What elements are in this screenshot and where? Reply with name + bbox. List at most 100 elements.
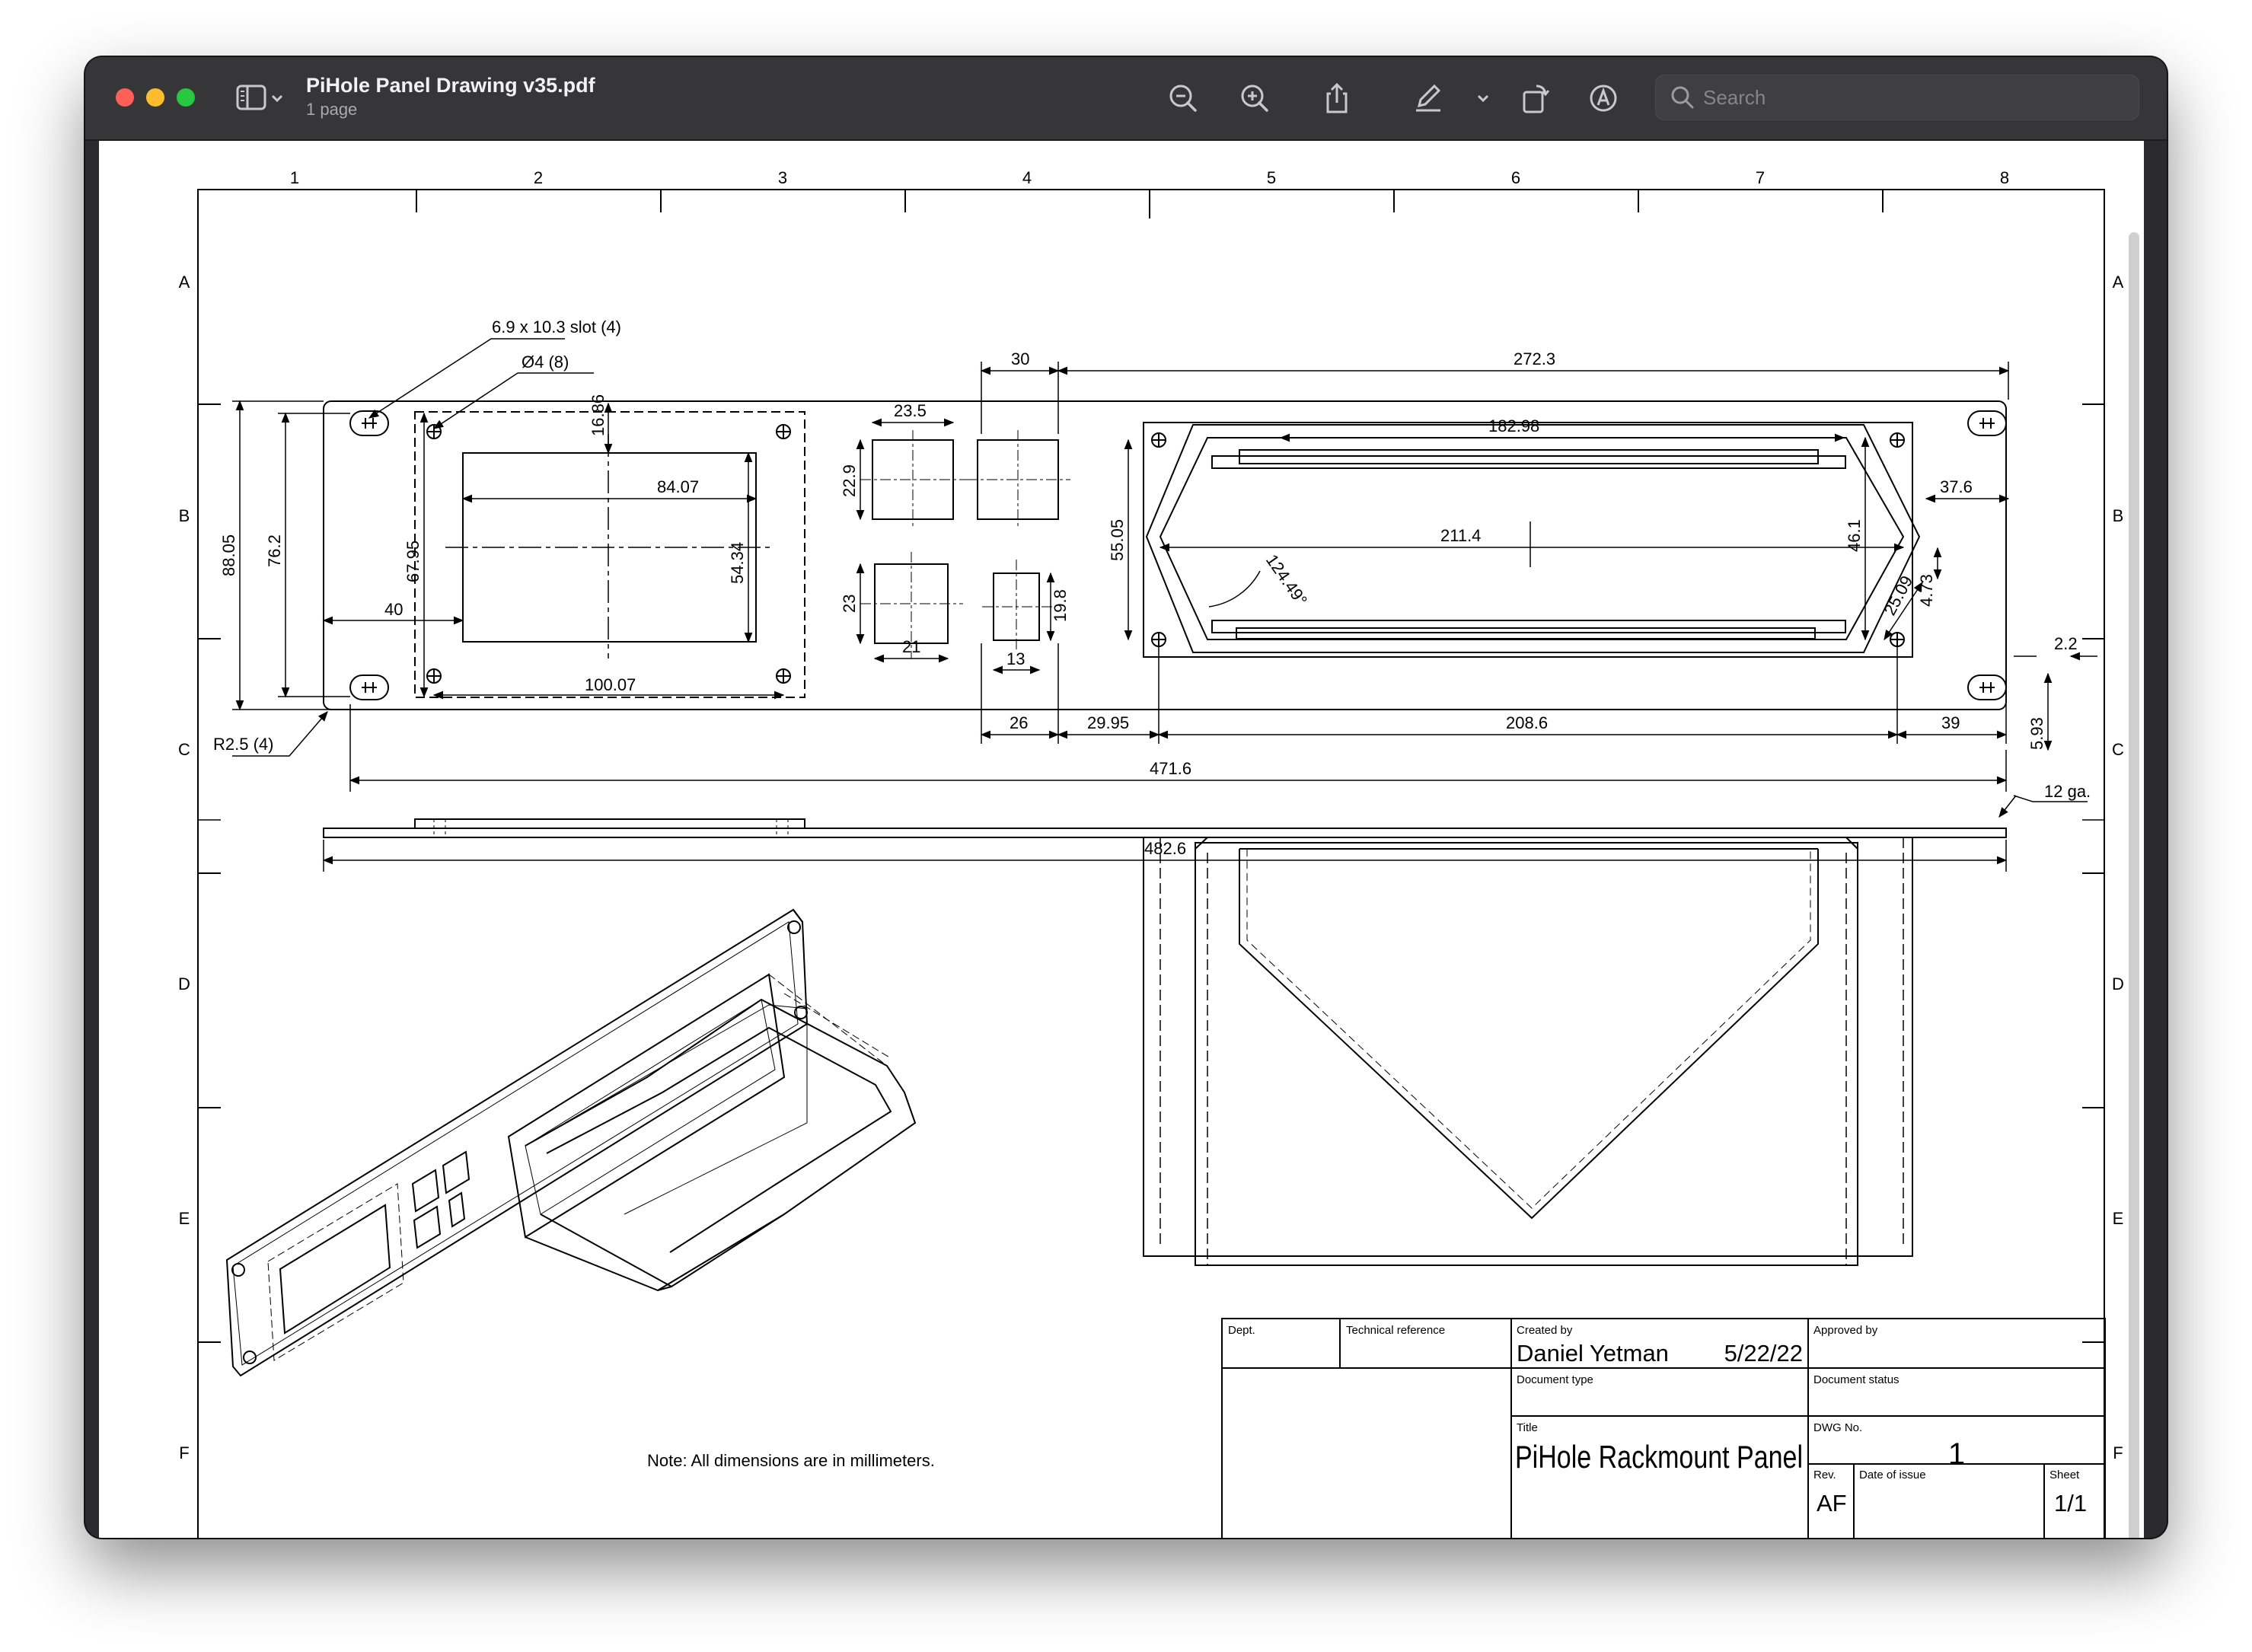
dim-2-2: 2.2 xyxy=(2054,634,2078,653)
dim-482-6: 482.6 xyxy=(1144,839,1186,858)
minimize-window-button[interactable] xyxy=(146,88,164,107)
col-label-3: 3 xyxy=(778,168,787,187)
markup-pen-icon xyxy=(1416,84,1441,112)
row-label-f: F xyxy=(179,1443,189,1462)
dim-19-8: 19.8 xyxy=(1051,589,1070,622)
display-holes xyxy=(1151,432,1905,647)
zoom-in-icon xyxy=(1241,85,1268,112)
dim-23: 23 xyxy=(840,595,859,613)
dim-16-86: 16.86 xyxy=(589,394,608,436)
dim-23-5: 23.5 xyxy=(894,401,927,420)
dim-471-6: 471.6 xyxy=(1150,759,1191,778)
zoom-in-button[interactable] xyxy=(1236,80,1273,116)
dept-label: Dept. xyxy=(1228,1324,1255,1337)
row-label-a: A xyxy=(179,273,190,292)
annotate-icon xyxy=(1590,85,1617,112)
col-label-1: 1 xyxy=(290,168,299,187)
row-label-c-right: C xyxy=(2112,740,2124,759)
sheet-value: 1/1 xyxy=(2054,1490,2087,1516)
document-title: PiHole Panel Drawing v35.pdf xyxy=(306,74,595,97)
dim-25-09: 25.09 xyxy=(1880,572,1916,618)
dim-67-95: 67.95 xyxy=(404,541,423,582)
row-label-d: D xyxy=(178,974,190,993)
row-label-f-right: F xyxy=(2113,1443,2123,1462)
col-label-7: 7 xyxy=(1756,168,1765,187)
dwg-no-value: 1 xyxy=(1948,1437,1965,1471)
dwg-no-label: DWG No. xyxy=(1813,1421,1862,1434)
created-by-label: Created by xyxy=(1517,1324,1573,1337)
markup-button[interactable] xyxy=(1410,80,1447,116)
row-label-a-right: A xyxy=(2113,273,2124,292)
pdf-page-view[interactable]: 1 2 3 4 5 6 7 8 A B C D E F A B C D E F … xyxy=(99,141,2144,1538)
dim-54-34: 54.34 xyxy=(728,542,747,584)
dim-13: 13 xyxy=(1006,649,1025,668)
share-button[interactable] xyxy=(1319,80,1355,116)
row-label-e-right: E xyxy=(2113,1209,2124,1228)
isometric-view xyxy=(225,908,917,1377)
dim-40: 40 xyxy=(384,600,403,619)
sheet-label: Sheet xyxy=(2049,1469,2080,1481)
dim-182-98: 182.98 xyxy=(1488,416,1539,435)
units-note: Note: All dimensions are in millimeters. xyxy=(647,1451,935,1470)
dim-26: 26 xyxy=(1010,713,1028,732)
chevron-down-icon xyxy=(1477,94,1489,103)
dim-211-4: 211.4 xyxy=(1440,526,1481,545)
dimension-lines xyxy=(232,338,2097,818)
close-window-button[interactable] xyxy=(116,88,134,107)
dim-29-95: 29.95 xyxy=(1087,713,1129,732)
col-label-8: 8 xyxy=(2000,168,2009,187)
date-of-issue-label: Date of issue xyxy=(1859,1469,1926,1481)
rev-value: AF xyxy=(1817,1490,1847,1516)
dim-30: 30 xyxy=(1011,349,1029,368)
dim-radius: R2.5 (4) xyxy=(213,735,273,754)
dim-39: 39 xyxy=(1941,713,1960,732)
share-icon xyxy=(1326,82,1348,113)
tech-ref-label: Technical reference xyxy=(1346,1324,1445,1337)
preview-window: PiHole Panel Drawing v35.pdf 1 page Sear… xyxy=(85,57,2167,1538)
dim-100-07: 100.07 xyxy=(585,675,636,694)
search-field[interactable] xyxy=(1655,75,2139,120)
search-icon xyxy=(1671,86,1694,109)
zoom-window-button[interactable] xyxy=(177,88,195,107)
sidebar-toggle-button[interactable] xyxy=(234,81,292,115)
title-label: Title xyxy=(1517,1421,1538,1434)
dim-5-93: 5.93 xyxy=(2027,717,2046,750)
annotate-button[interactable] xyxy=(1585,80,1622,116)
dim-12ga: 12 ga. xyxy=(2044,782,2091,801)
zoom-out-icon xyxy=(1169,85,1197,112)
col-label-6: 6 xyxy=(1511,168,1520,187)
front-view xyxy=(323,400,2007,710)
row-label-d-right: D xyxy=(2112,974,2124,993)
dim-272-3: 272.3 xyxy=(1514,349,1555,368)
search-input[interactable] xyxy=(1702,81,2116,113)
sidebar-icon xyxy=(236,85,283,110)
rotate-icon xyxy=(1523,85,1550,113)
dim-46-1: 46.1 xyxy=(1845,519,1864,552)
row-label-b-right: B xyxy=(2113,506,2124,525)
dim-37-6: 37.6 xyxy=(1940,477,1973,496)
document-page-count: 1 page xyxy=(306,100,358,119)
created-date-value: 5/22/22 xyxy=(1724,1340,1803,1367)
row-label-c: C xyxy=(178,740,190,759)
dim-4-73: 4.73 xyxy=(1917,574,1936,607)
section-view xyxy=(323,818,2007,1266)
rev-label: Rev. xyxy=(1813,1469,1836,1481)
col-label-5: 5 xyxy=(1267,168,1276,187)
approved-by-label: Approved by xyxy=(1813,1324,1878,1337)
zoom-out-button[interactable] xyxy=(1165,80,1201,116)
technical-drawing: 1 2 3 4 5 6 7 8 A B C D E F A B C D E F … xyxy=(178,168,2124,1538)
dim-55-05: 55.05 xyxy=(1108,519,1127,561)
rotate-button[interactable] xyxy=(1517,80,1553,116)
chevron-down-icon xyxy=(271,94,283,103)
dim-124-49: 124.49° xyxy=(1262,551,1311,610)
document-type-label: Document type xyxy=(1517,1373,1593,1386)
dim-88-05: 88.05 xyxy=(219,534,238,576)
dim-slot: 6.9 x 10.3 slot (4) xyxy=(492,317,621,336)
title-bar: PiHole Panel Drawing v35.pdf 1 page xyxy=(85,57,2167,141)
row-label-e: E xyxy=(179,1209,190,1228)
dim-21: 21 xyxy=(902,637,920,656)
markup-menu-button[interactable] xyxy=(1471,80,1495,116)
vertical-scrollbar[interactable] xyxy=(2129,232,2139,1538)
title-value: PiHole Rackmount Panel xyxy=(1515,1439,1803,1475)
dim-hole: Ø4 (8) xyxy=(522,352,569,372)
